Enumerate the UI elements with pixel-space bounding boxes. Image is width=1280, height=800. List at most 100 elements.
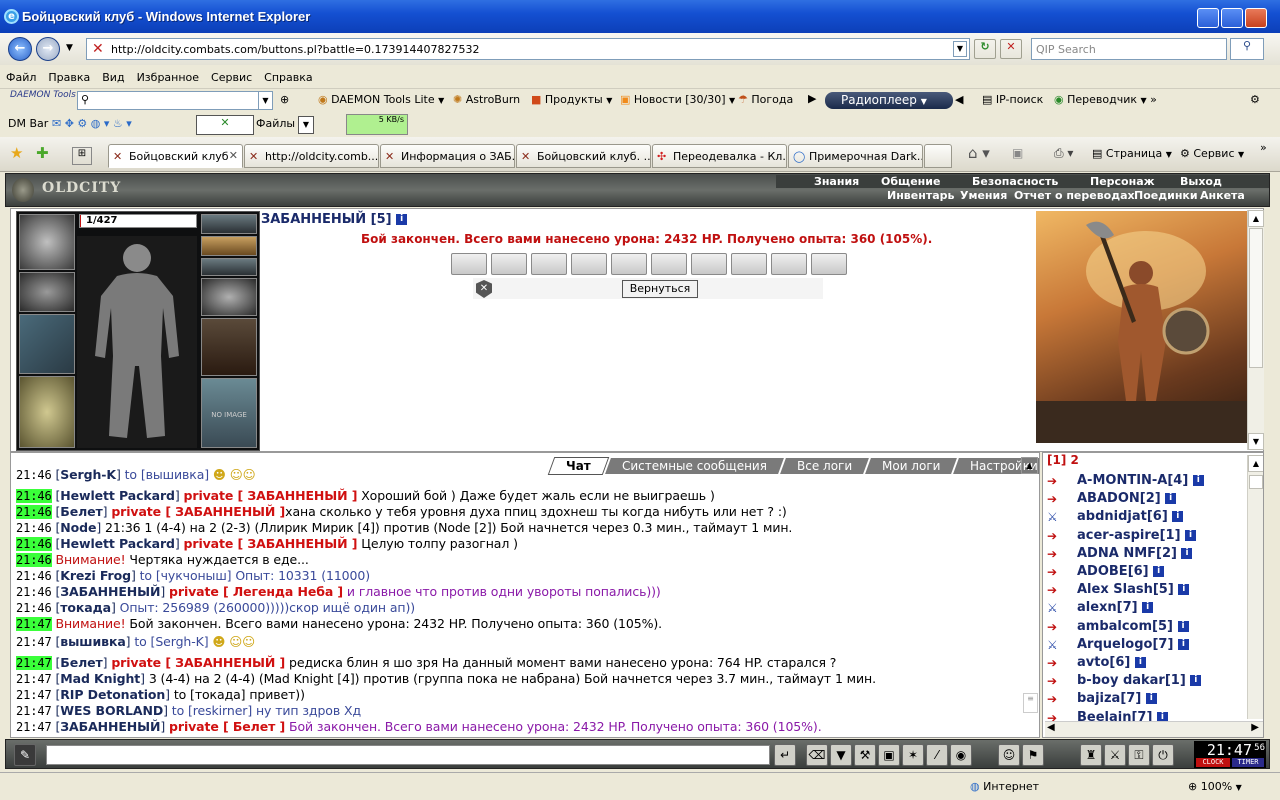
chevron-down-icon[interactable]: ▼ <box>258 92 272 109</box>
maximize-button[interactable] <box>1221 8 1243 28</box>
user-status-icon[interactable]: ➔ <box>1047 492 1069 507</box>
menu-view[interactable]: Вид <box>96 65 130 84</box>
chat-nick[interactable]: [WES BORLAND] <box>56 703 169 718</box>
user-list-item[interactable]: Arquelogo[7] i <box>1077 637 1189 652</box>
gloves-slot[interactable] <box>19 272 75 312</box>
user-list-item[interactable]: avto[6] i <box>1077 655 1146 670</box>
radio-play-icon[interactable]: ▶ <box>808 92 816 105</box>
panel-scrollbar[interactable]: ▲ ▼ <box>1247 210 1264 450</box>
scroll-right-icon[interactable]: ▶ <box>1251 722 1259 733</box>
tab-2[interactable]: ✕ http://oldcity.comb... <box>244 144 379 168</box>
chat-tab-all-logs[interactable]: Все логи <box>779 458 869 474</box>
chat-nick[interactable]: [Белет] <box>56 655 108 670</box>
minimize-button[interactable] <box>1197 8 1219 28</box>
user-status-icon[interactable]: ➔ <box>1047 474 1069 489</box>
info-icon[interactable]: i <box>1145 693 1157 705</box>
battle-icon[interactable]: ⚔ <box>1104 744 1126 766</box>
info-icon[interactable]: i <box>1177 638 1189 650</box>
tab-6[interactable]: ◯ Примерочная Dark... <box>788 144 923 168</box>
chat-recipient[interactable]: to [reskirner] ну тип здров Хд <box>172 703 361 718</box>
chat-scroll-thumb[interactable]: ≡ <box>1023 693 1038 713</box>
menu-character[interactable]: Персонаж <box>1090 175 1155 188</box>
chat-recipient[interactable]: to [чукчоныш] Опыт: 10331 (11000) <box>140 568 371 583</box>
zoom-icon[interactable]: ⊕ <box>280 93 289 106</box>
back-button[interactable]: Вернуться <box>622 280 698 298</box>
user-status-icon[interactable]: ➔ <box>1047 547 1069 562</box>
info-icon[interactable]: i <box>1142 602 1154 614</box>
chat-private-tag[interactable]: private [ Белет ] <box>169 719 285 734</box>
close-tab-icon[interactable]: ✕ <box>229 149 238 162</box>
info-icon[interactable]: i <box>1165 493 1177 505</box>
chat-recipient[interactable]: Опыт: 256989 (260000)))))скор ищё один а… <box>120 600 416 615</box>
user-list-item[interactable]: abdnidjat[6] i <box>1077 509 1184 524</box>
chat-nick[interactable]: [Sergh-K] <box>56 467 121 482</box>
exit-icon[interactable]: ⏻ <box>1152 744 1174 766</box>
user-status-icon[interactable]: ➔ <box>1047 620 1069 635</box>
new-tab-button[interactable] <box>924 144 952 168</box>
user-status-icon[interactable]: ➔ <box>1047 583 1069 598</box>
inventory-icon[interactable]: ♜ <box>1080 744 1102 766</box>
astroburn-button[interactable]: ✺ AstroBurn <box>453 93 520 106</box>
menu-transfer-report[interactable]: Отчет о переводах <box>1014 189 1135 202</box>
menu-exit[interactable]: Выход <box>1180 175 1222 188</box>
user-list-item[interactable]: A-MONTIN-A[4] i <box>1077 473 1204 488</box>
user-list-item[interactable]: Alex Slash[5] i <box>1077 582 1190 597</box>
qip-search-input[interactable]: QIP Search <box>1031 38 1227 60</box>
user-list-item[interactable]: ADNA NMF[2] i <box>1077 546 1193 561</box>
refresh-icon[interactable]: ↻ <box>974 39 996 59</box>
dmbar-icons[interactable]: ✉ ✥ ⚙ ◍ ▾ ♨ ▾ <box>52 117 132 130</box>
more-commands-icon[interactable]: » <box>1260 141 1267 154</box>
home-icon[interactable]: ⌂ ▾ <box>968 144 990 162</box>
chat-nick[interactable]: [Hewlett Packard] <box>56 536 180 551</box>
scroll-down-icon[interactable]: ▼ <box>1248 433 1264 450</box>
smiley-icon[interactable]: ☺ <box>998 744 1020 766</box>
weapon-slot[interactable] <box>19 314 75 374</box>
user-list-item[interactable]: bajiza[7] i <box>1077 691 1157 706</box>
settings-gear-icon[interactable]: ⚙ <box>1250 93 1260 106</box>
chat-input[interactable] <box>46 745 770 765</box>
radio-player[interactable]: Радиоплеер ▼ <box>825 92 953 109</box>
chat-nick[interactable]: [Mad Knight] <box>56 671 146 686</box>
stop-icon[interactable]: ✕ <box>1000 39 1022 59</box>
files-dropdown-icon[interactable]: ▼ <box>298 116 314 134</box>
search-icon[interactable]: ⚲ <box>1230 38 1264 60</box>
volume-icon[interactable]: ◀ <box>955 93 963 106</box>
user-list-hscrollbar[interactable]: ◀ ▶ <box>1045 721 1263 737</box>
chat-nick[interactable]: [ЗАБАННЕНЫЙ] <box>56 584 166 599</box>
chat-nick[interactable]: [Krezi Frog] <box>56 568 136 583</box>
chat-nick[interactable]: [токада] <box>56 600 116 615</box>
add-favorite-icon[interactable]: ✚ <box>36 144 49 162</box>
ring-slot[interactable] <box>201 214 257 234</box>
chat-tab-system[interactable]: Системные сообщения <box>604 458 784 474</box>
chat-nick[interactable]: [Белет] <box>56 504 108 519</box>
info-icon[interactable]: i <box>1172 511 1184 523</box>
menu-edit[interactable]: Правка <box>42 65 96 84</box>
menu-file[interactable]: Файл <box>0 65 42 84</box>
menu-favorites[interactable]: Избранное <box>131 65 205 84</box>
info-icon[interactable]: i <box>1185 529 1197 541</box>
url-dropdown-icon[interactable]: ▼ <box>953 41 967 57</box>
chat-tab-chat[interactable]: Чат <box>547 457 610 475</box>
shield-slot[interactable] <box>201 318 257 376</box>
menu-inventory[interactable]: Инвентарь <box>887 189 954 202</box>
menu-skills[interactable]: Умения <box>960 189 1007 202</box>
chat-nick[interactable]: [Node] <box>56 520 102 535</box>
scroll-left-icon[interactable]: ◀ <box>1047 722 1055 733</box>
favorites-star-icon[interactable]: ★ <box>10 144 23 162</box>
clear-icon[interactable]: ⌫ <box>806 744 828 766</box>
chat-private-tag[interactable]: private [ ЗАБАННЕНЫЙ ] <box>111 504 285 519</box>
amulet-slot[interactable] <box>201 236 257 256</box>
info-icon[interactable]: i <box>1177 620 1189 632</box>
info-icon[interactable]: i <box>1181 547 1193 559</box>
info-icon[interactable]: i <box>1153 566 1165 577</box>
bracers-slot[interactable] <box>201 278 257 316</box>
page-menu[interactable]: ▤ Страница ▼ <box>1092 147 1172 160</box>
flag-icon[interactable]: ⚑ <box>1022 744 1044 766</box>
user-status-icon[interactable]: ➔ <box>1047 529 1069 544</box>
chat-recipient[interactable]: to [Sergh-K] <box>134 634 208 649</box>
user-list-scrollbar[interactable]: ▲ <box>1247 455 1263 719</box>
chat-nick[interactable]: [RIP Detonation] <box>56 687 171 702</box>
user-status-icon[interactable]: ⚔ <box>1047 638 1069 653</box>
quick-tabs-icon[interactable]: ⊞ <box>72 147 92 165</box>
chat-private-tag[interactable]: private [ Легенда Неба ] <box>169 584 343 599</box>
